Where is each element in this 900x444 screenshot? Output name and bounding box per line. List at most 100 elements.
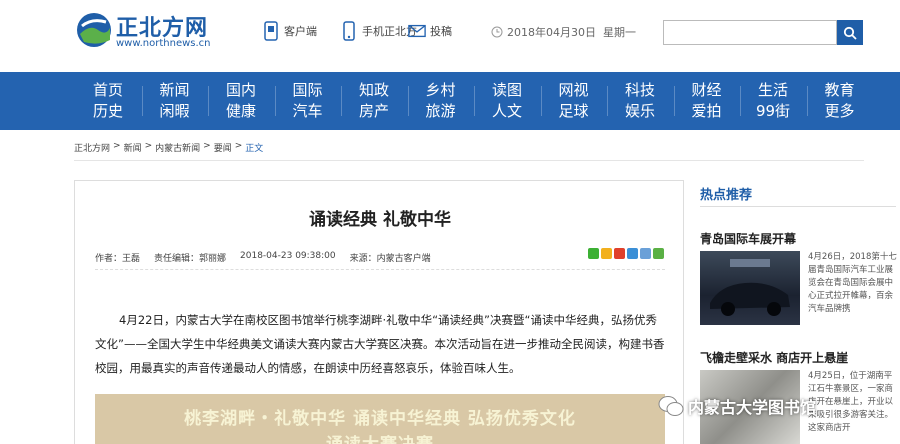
share-buttons: [588, 248, 664, 259]
nav-column: 网视 足球: [546, 80, 602, 122]
nav-column: 教育 更多: [812, 80, 868, 122]
sidebar-divider: [700, 206, 896, 207]
sidebar-heading: 热点推荐: [700, 188, 753, 203]
nav-item[interactable]: 爱拍: [679, 101, 735, 122]
sidebar-item-summary: 4月25日，位于湖南平江石牛寨景区，一家商店开在悬崖上，开业以来吸引很多游客关注…: [808, 371, 894, 433]
breadcrumb: 正北方网 > 新闻 > 内蒙古新闻 > 要闻 > 正文: [74, 141, 263, 154]
nav-item[interactable]: 闲暇: [147, 101, 203, 122]
nav-column: 财经 爱拍: [679, 80, 735, 122]
sidebar-item-title[interactable]: 飞檐走壁采水 商店开上悬崖: [700, 349, 848, 366]
search-button[interactable]: [837, 20, 863, 45]
nav-column: 读图 人文: [479, 80, 535, 122]
submit-link-label: 投稿: [430, 25, 452, 38]
nav-item[interactable]: 国际: [280, 80, 336, 101]
nav-separator: [740, 86, 741, 116]
client-link[interactable]: 客户端: [262, 20, 317, 42]
breadcrumb-item[interactable]: 正北方网: [74, 141, 110, 154]
breadcrumb-separator: >: [234, 141, 243, 151]
nav-item[interactable]: 教育: [812, 80, 868, 101]
breadcrumb-separator: >: [113, 141, 121, 151]
meta-divider: [95, 269, 665, 270]
wechat-share-icon[interactable]: [588, 248, 599, 259]
breadcrumb-separator: >: [203, 141, 211, 151]
nav-separator: [407, 86, 409, 116]
sidebar-item-summary: 4月26日，2018第十七届青岛国际汽车工业展览会在青岛国际会展中心正式拉开帷幕…: [808, 252, 897, 314]
logo-mark-icon: [77, 13, 111, 47]
nav-separator: [607, 86, 608, 116]
site-header: 正北方网 www.northnews.cn 客户端 手机正北方 投稿 2018年…: [0, 0, 900, 72]
nav-separator: [208, 86, 209, 116]
nav-item[interactable]: 旅游: [413, 101, 469, 122]
search-icon: [843, 26, 857, 40]
clock-icon: [491, 26, 503, 38]
nav-item[interactable]: 人文: [479, 101, 535, 122]
more-share-icon[interactable]: [653, 248, 664, 259]
nav-item[interactable]: 足球: [546, 101, 602, 122]
article-title: 诵读经典 礼敬中华: [309, 210, 451, 230]
nav-item[interactable]: 首页: [80, 80, 136, 101]
site-logo[interactable]: 正北方网 www.northnews.cn: [76, 8, 216, 52]
nav-item[interactable]: 房产: [346, 101, 402, 122]
qzone-share-icon[interactable]: [601, 248, 612, 259]
article-datetime: 2018-04-23 09:38:00: [240, 251, 336, 261]
article-banner-image: 桃李湖畔・礼敬中华 诵读中华经典 弘扬优秀文化 诵读大赛决赛: [95, 394, 665, 444]
nav-item[interactable]: 新闻: [147, 80, 203, 101]
nav-column: 国际 汽车: [280, 80, 336, 122]
qq-share-icon[interactable]: [640, 248, 651, 259]
article-author: 作者：王磊: [95, 254, 141, 264]
nav-item[interactable]: 读图: [479, 80, 535, 101]
article: 诵读经典 礼敬中华 作者：王磊 责任编辑：郭丽娜 2018-04-23 09:3…: [74, 180, 684, 444]
mobile-icon: [343, 21, 355, 41]
nav-item[interactable]: 汽车: [280, 101, 336, 122]
breadcrumb-item[interactable]: 要闻: [214, 141, 232, 154]
nav-column: 新闻 闲暇: [147, 80, 203, 122]
nav-column: 乡村 旅游: [413, 80, 469, 122]
nav-item[interactable]: 知政: [346, 80, 402, 101]
nav-item[interactable]: 99街: [745, 101, 801, 122]
watermark-text: 内蒙古大学图书馆: [688, 398, 817, 417]
nav-separator: [341, 86, 342, 116]
logo-url: www.northnews.cn: [116, 38, 211, 49]
article-paragraph: 4月22日，内蒙古大学在南校区图书馆举行桃李湖畔·礼敬中华“诵读经典”决赛暨“诵…: [95, 313, 665, 375]
divider: [74, 160, 864, 161]
sidebar-item-title[interactable]: 青岛国际车展开幕: [700, 230, 796, 247]
submit-link[interactable]: 投稿: [408, 20, 452, 42]
banner-line-1: 桃李湖畔・礼敬中华 诵读中华经典 弘扬优秀文化: [184, 409, 576, 429]
nav-item[interactable]: 健康: [213, 101, 269, 122]
nav-item[interactable]: 生活: [745, 80, 801, 101]
breadcrumb-item[interactable]: 新闻: [124, 141, 142, 154]
weekday-text: 星期一: [603, 26, 636, 39]
article-meta: 作者：王磊 责任编辑：郭丽娜 2018-04-23 09:38:00 来源：内蒙…: [95, 251, 435, 264]
wechat-icon: [658, 396, 684, 416]
nav-item[interactable]: 乡村: [413, 80, 469, 101]
tencent-weibo-share-icon[interactable]: [627, 248, 638, 259]
nav-item[interactable]: 财经: [679, 80, 735, 101]
nav-separator: [673, 86, 675, 116]
phone-app-icon: [264, 21, 278, 41]
breadcrumb-separator: >: [144, 141, 153, 151]
client-link-label: 客户端: [284, 25, 317, 38]
nav-item[interactable]: 历史: [80, 101, 136, 122]
nav-item[interactable]: 科技: [612, 80, 668, 101]
watermark: 内蒙古大学图书馆: [658, 394, 816, 418]
car-show-photo[interactable]: [700, 251, 800, 325]
nav-column: 科技 娱乐: [612, 80, 668, 122]
nav-separator: [274, 86, 276, 116]
weibo-share-icon[interactable]: [614, 248, 625, 259]
nav-item[interactable]: 娱乐: [612, 101, 668, 122]
breadcrumb-current: 正文: [245, 144, 264, 154]
mobile-link[interactable]: 手机正北方: [340, 20, 417, 42]
date-text: 2018年04月30日: [507, 26, 596, 39]
nav-item[interactable]: 国内: [213, 80, 269, 101]
nav-item[interactable]: 更多: [812, 101, 868, 122]
mail-icon: [408, 24, 426, 38]
nav-item[interactable]: 网视: [546, 80, 602, 101]
article-editor: 责任编辑：郭丽娜: [154, 254, 227, 264]
breadcrumb-item[interactable]: 内蒙古新闻: [155, 141, 200, 154]
nav-column: 国内 健康: [213, 80, 269, 122]
nav-column: 知政 房产: [346, 80, 402, 122]
article-source: 来源：内蒙古客户端: [349, 254, 431, 264]
search-input[interactable]: [663, 20, 837, 45]
car-icon: [710, 259, 790, 316]
main-nav: 首页 历史 新闻 闲暇 国内 健康 国际 汽车 知政 房产 乡村 旅游 读图 人文 网视 足球 科技 娱乐 财经 爱拍…: [0, 72, 900, 130]
